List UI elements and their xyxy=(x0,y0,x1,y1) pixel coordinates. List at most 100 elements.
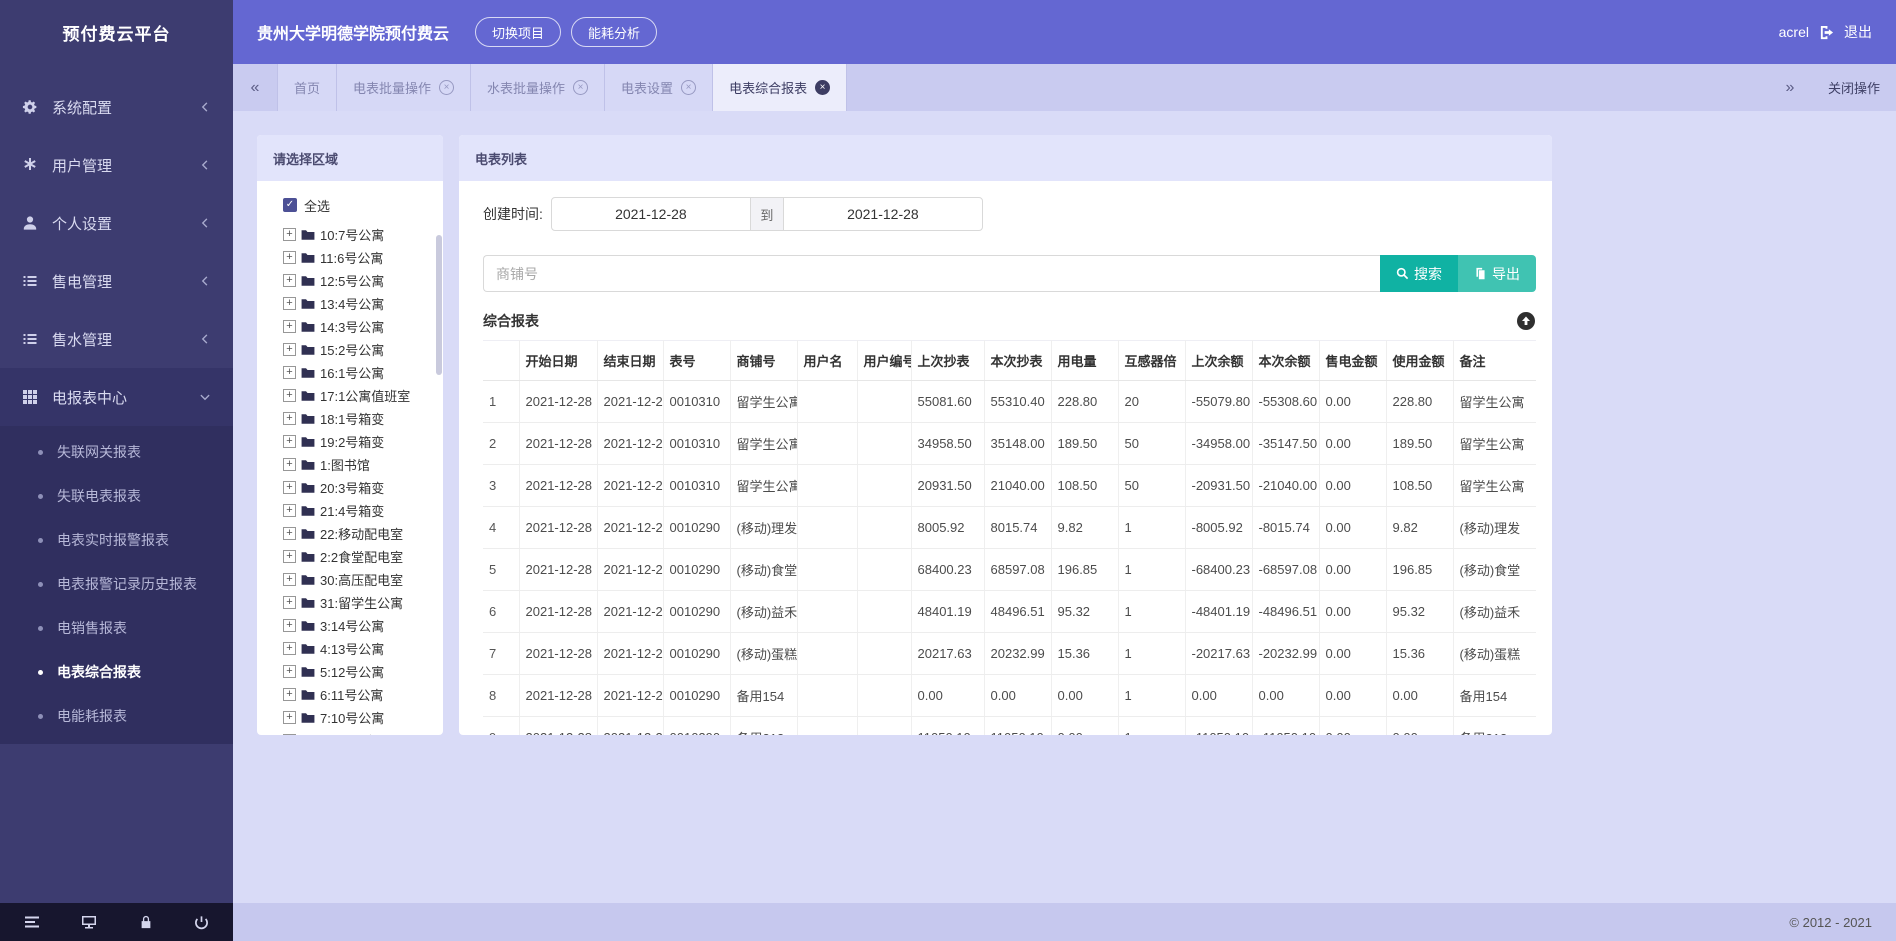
tree-node[interactable]: +11:6号公寓 xyxy=(283,246,437,269)
date-from-input[interactable] xyxy=(551,197,751,231)
tree-node[interactable]: +31:留学生公寓 xyxy=(283,591,437,614)
search-button[interactable]: 搜索 xyxy=(1380,255,1458,292)
logout-button[interactable]: 退出 xyxy=(1844,22,1872,42)
table-cell: -34958.00 xyxy=(1185,423,1252,465)
tree-node-label: 12:5号公寓 xyxy=(320,271,384,290)
expand-icon[interactable]: + xyxy=(283,366,296,379)
tree-node[interactable]: +3:14号公寓 xyxy=(283,614,437,637)
table-cell: 2021-12-28 xyxy=(597,591,663,633)
expand-icon[interactable]: + xyxy=(283,343,296,356)
expand-icon[interactable]: + xyxy=(283,688,296,701)
sidebar-item-2[interactable]: 用户管理 xyxy=(0,136,233,194)
power-icon[interactable] xyxy=(194,915,209,930)
select-all-row[interactable]: ✓ 全选 xyxy=(283,193,437,217)
tab-2[interactable]: 电表批量操作× xyxy=(337,64,471,111)
sidebar-item-1[interactable]: 系统配置 xyxy=(0,78,233,136)
column-header: 备注 xyxy=(1453,341,1536,381)
tab-close-icon[interactable]: × xyxy=(573,80,588,95)
sidebar-subitem-7[interactable]: 电能耗报表 xyxy=(0,694,233,738)
shop-number-search-input[interactable] xyxy=(483,255,1380,292)
tree-node[interactable]: +7:10号公寓 xyxy=(283,706,437,729)
expand-icon[interactable]: + xyxy=(283,320,296,333)
table-cell: 2021-12-28 xyxy=(519,549,597,591)
expand-icon[interactable]: + xyxy=(283,228,296,241)
sidebar-subitem-6[interactable]: 电表综合报表 xyxy=(0,650,233,694)
logout-icon[interactable] xyxy=(1819,25,1834,40)
tree-node[interactable]: +22:移动配电室 xyxy=(283,522,437,545)
lock-icon[interactable] xyxy=(139,914,153,930)
expand-icon[interactable]: + xyxy=(283,619,296,632)
tree-node[interactable]: +4:13号公寓 xyxy=(283,637,437,660)
tree-node[interactable]: +20:3号箱变 xyxy=(283,476,437,499)
expand-icon[interactable]: + xyxy=(283,711,296,724)
expand-icon[interactable]: + xyxy=(283,412,296,425)
expand-icon[interactable]: + xyxy=(283,642,296,655)
tab-4[interactable]: 电表设置× xyxy=(605,64,713,111)
expand-icon[interactable]: + xyxy=(283,504,296,517)
sidebar-subitem-5[interactable]: 电销售报表 xyxy=(0,606,233,650)
tab-3[interactable]: 水表批量操作× xyxy=(471,64,605,111)
expand-icon[interactable]: + xyxy=(283,435,296,448)
tree-node[interactable]: +12:5号公寓 xyxy=(283,269,437,292)
sidebar-subitem-3[interactable]: 电表实时报警报表 xyxy=(0,518,233,562)
monitor-icon[interactable] xyxy=(81,914,97,930)
date-to-input[interactable] xyxy=(783,197,983,231)
expand-icon[interactable]: + xyxy=(283,458,296,471)
tree-node[interactable]: +1:图书馆 xyxy=(283,453,437,476)
tab-5[interactable]: 电表综合报表× xyxy=(713,64,847,111)
expand-icon[interactable]: + xyxy=(283,665,296,678)
expand-icon[interactable]: + xyxy=(283,527,296,540)
tab-close-icon[interactable]: × xyxy=(681,80,696,95)
tree-node[interactable]: +21:4号箱变 xyxy=(283,499,437,522)
sidebar-item-5[interactable]: 售水管理 xyxy=(0,310,233,368)
tree-node-label: 31:留学生公寓 xyxy=(320,593,403,612)
expand-icon[interactable]: + xyxy=(283,573,296,586)
sidebar-item-4[interactable]: 售电管理 xyxy=(0,252,233,310)
export-button[interactable]: 导出 xyxy=(1458,255,1536,292)
expand-icon[interactable]: + xyxy=(283,734,296,735)
tree-node[interactable]: +13:4号公寓 xyxy=(283,292,437,315)
tree-node[interactable]: +16:1号公寓 xyxy=(283,361,437,384)
expand-icon[interactable]: + xyxy=(283,550,296,563)
date-to-separator: 到 xyxy=(751,197,783,231)
tab-1[interactable]: 首页 xyxy=(277,64,337,111)
folder-icon xyxy=(301,390,315,402)
sidebar-item-6[interactable]: 电报表中心 xyxy=(0,368,233,426)
expand-icon[interactable]: + xyxy=(283,596,296,609)
tree-node[interactable]: +6:11号公寓 xyxy=(283,683,437,706)
tab-close-icon[interactable]: × xyxy=(815,80,830,95)
header-action-1[interactable]: 切换项目 xyxy=(475,17,561,47)
sliders-icon[interactable] xyxy=(24,914,40,930)
expand-icon[interactable]: + xyxy=(283,481,296,494)
tree-node[interactable]: +2:2食堂配电室 xyxy=(283,545,437,568)
tree-node[interactable]: +5:12号公寓 xyxy=(283,660,437,683)
tab-close-icon[interactable]: × xyxy=(439,80,454,95)
sidebar-item-3[interactable]: 个人设置 xyxy=(0,194,233,252)
header-actions: 切换项目能耗分析 xyxy=(475,17,657,47)
sidebar-subitem-1[interactable]: 失联网关报表 xyxy=(0,430,233,474)
expand-icon[interactable]: + xyxy=(283,389,296,402)
table-cell: 0.00 xyxy=(1386,675,1453,717)
tree-node[interactable]: +10:7号公寓 xyxy=(283,223,437,246)
folder-icon xyxy=(301,344,315,356)
expand-icon[interactable]: + xyxy=(283,297,296,310)
tree-node[interactable]: +19:2号箱变 xyxy=(283,430,437,453)
tree-node[interactable]: +30:高压配电室 xyxy=(283,568,437,591)
collapse-up-icon[interactable] xyxy=(1516,311,1536,331)
tree-node[interactable]: +15:2号公寓 xyxy=(283,338,437,361)
expand-icon[interactable]: + xyxy=(283,251,296,264)
tree-node[interactable]: +18:1号箱变 xyxy=(283,407,437,430)
tree-node[interactable]: +8:9号公寓 xyxy=(283,729,437,735)
gear-icon xyxy=(22,99,38,115)
tabs-scroll-right-icon[interactable]: » xyxy=(1768,64,1812,111)
tree-node[interactable]: +17:1公寓值班室 xyxy=(283,384,437,407)
header-action-2[interactable]: 能耗分析 xyxy=(571,17,657,47)
close-operations-button[interactable]: 关闭操作 xyxy=(1812,64,1896,111)
tabs-scroll-left-icon[interactable]: « xyxy=(233,64,277,111)
select-all-checkbox[interactable]: ✓ xyxy=(283,198,297,212)
expand-icon[interactable]: + xyxy=(283,274,296,287)
tree-scrollbar[interactable] xyxy=(436,235,442,375)
sidebar-subitem-4[interactable]: 电表报警记录历史报表 xyxy=(0,562,233,606)
tree-node[interactable]: +14:3号公寓 xyxy=(283,315,437,338)
sidebar-subitem-2[interactable]: 失联电表报表 xyxy=(0,474,233,518)
